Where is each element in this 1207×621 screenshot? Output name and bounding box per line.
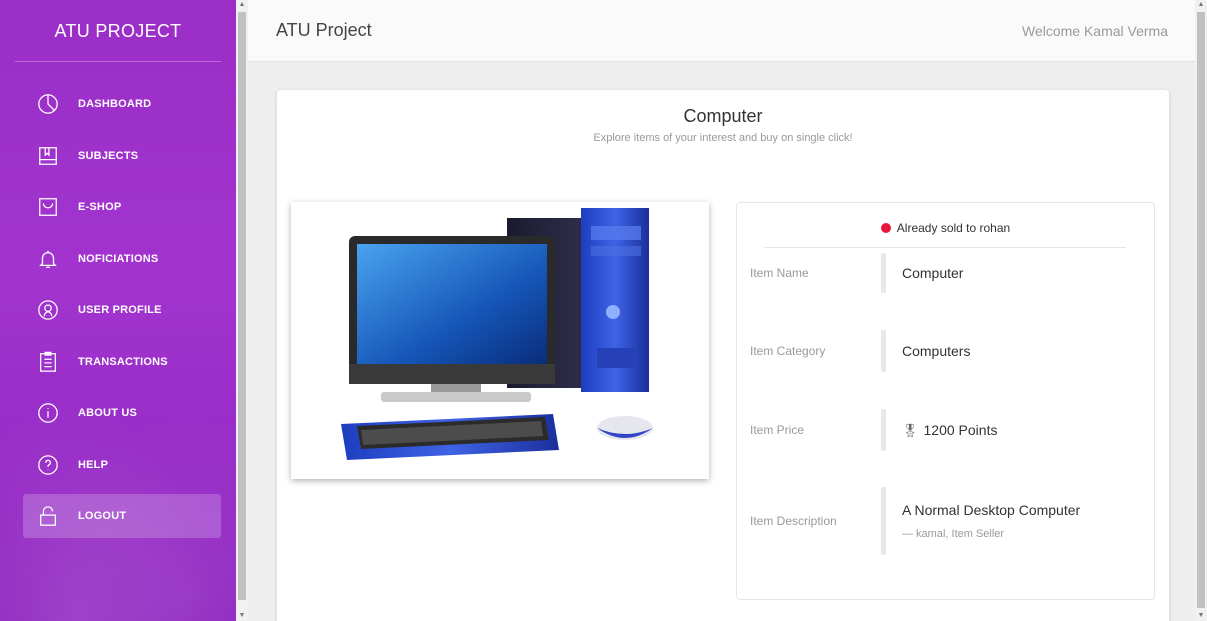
medal-icon: 🎖 bbox=[902, 422, 919, 438]
sidebar-item-logout[interactable]: LOGOUT bbox=[23, 494, 221, 538]
item-price-label: Item Price bbox=[750, 423, 805, 437]
row-divider bbox=[881, 487, 886, 555]
item-category-row: Item Category Computers bbox=[750, 330, 1141, 372]
sidebar-item-label: USER PROFILE bbox=[78, 304, 162, 316]
help-icon bbox=[37, 454, 59, 476]
sidebar-nav: DASHBOARD SUBJECTS E-SHOP NOFICIATIONS U… bbox=[0, 82, 236, 538]
sidebar: ATU PROJECT DASHBOARD SUBJECTS E-SHOP NO… bbox=[0, 0, 236, 621]
scroll-up-arrow-icon[interactable]: ▲ bbox=[236, 0, 248, 10]
info-icon bbox=[37, 402, 59, 424]
item-description-row: Item Description A Normal Desktop Comput… bbox=[750, 487, 1141, 555]
sidebar-item-label: TRANSACTIONS bbox=[78, 355, 168, 368]
sidebar-item-notifications[interactable]: NOFICIATIONS bbox=[23, 237, 221, 281]
book-icon bbox=[37, 145, 59, 167]
sidebar-item-label: E-SHOP bbox=[78, 201, 122, 213]
scroll-down-arrow-icon[interactable]: ▼ bbox=[236, 611, 248, 621]
sidebar-scrollbar[interactable]: ▲ ▼ bbox=[236, 0, 248, 621]
item-description-value: A Normal Desktop Computer bbox=[902, 502, 1081, 518]
product-image bbox=[291, 202, 709, 479]
sidebar-item-label: ABOUT US bbox=[78, 407, 138, 419]
sidebar-item-user-profile[interactable]: USER PROFILE bbox=[23, 288, 221, 332]
top-header: ATU Project Welcome Kamal Verma bbox=[248, 0, 1195, 62]
sidebar-item-label: HELP bbox=[78, 458, 109, 471]
row-divider bbox=[881, 330, 886, 372]
item-name-row: Item Name Computer bbox=[750, 253, 1141, 293]
sidebar-item-label: DASHBOARD bbox=[78, 98, 152, 110]
sidebar-item-label: SUBJECTS bbox=[78, 149, 139, 162]
sidebar-item-help[interactable]: HELP bbox=[23, 443, 221, 487]
main-scrollbar[interactable]: ▲ ▼ bbox=[1195, 0, 1207, 621]
sidebar-item-dashboard[interactable]: DASHBOARD bbox=[23, 82, 221, 126]
product-title: Computer bbox=[683, 106, 763, 126]
sidebar-item-about-us[interactable]: ABOUT US bbox=[23, 391, 221, 435]
sold-status-text: Already sold to rohan bbox=[896, 221, 1011, 235]
sidebar-item-subjects[interactable]: SUBJECTS bbox=[23, 134, 221, 178]
product-card: Computer Explore items of your interest … bbox=[277, 90, 1169, 621]
scroll-down-arrow-icon[interactable]: ▼ bbox=[1195, 611, 1207, 621]
item-description-block: A Normal Desktop Computer — kamal, Item … bbox=[902, 502, 1080, 540]
status-dot-icon bbox=[880, 223, 891, 233]
user-icon bbox=[37, 299, 59, 321]
bell-icon bbox=[37, 248, 59, 270]
item-price-value: 🎖 1200 Points bbox=[902, 422, 997, 439]
item-seller: — kamal, Item Seller bbox=[902, 528, 1005, 540]
clipboard-icon bbox=[37, 351, 59, 373]
item-price-row: Item Price 🎖 1200 Points bbox=[750, 409, 1141, 451]
item-category-value: Computers bbox=[902, 343, 971, 359]
welcome-text: Welcome Kamal Verma bbox=[1021, 22, 1168, 39]
item-details: Already sold to rohan Item Name Computer… bbox=[736, 202, 1155, 600]
sidebar-item-label: LOGOUT bbox=[78, 510, 127, 522]
row-divider bbox=[881, 409, 886, 451]
item-name-value: Computer bbox=[902, 265, 964, 281]
sold-status: Already sold to rohan bbox=[737, 221, 1154, 235]
sidebar-item-e-shop[interactable]: E-SHOP bbox=[23, 185, 221, 229]
sidebar-item-label: NOFICIATIONS bbox=[78, 252, 159, 265]
sidebar-scrollbar-thumb[interactable] bbox=[238, 12, 246, 600]
main-scrollbar-thumb[interactable] bbox=[1197, 12, 1205, 608]
item-description-label: Item Description bbox=[750, 514, 837, 528]
divider bbox=[764, 247, 1126, 248]
row-divider bbox=[881, 253, 886, 293]
sidebar-brand[interactable]: ATU PROJECT bbox=[0, 0, 236, 62]
item-price-text: 1200 Points bbox=[923, 421, 998, 438]
dashboard-icon bbox=[37, 93, 59, 115]
item-name-label: Item Name bbox=[750, 266, 809, 280]
lock-icon bbox=[37, 505, 59, 527]
scroll-up-arrow-icon[interactable]: ▲ bbox=[1195, 0, 1207, 10]
sidebar-item-transactions[interactable]: TRANSACTIONS bbox=[23, 340, 221, 384]
bag-icon bbox=[37, 196, 59, 218]
page-title: ATU Project bbox=[276, 20, 372, 40]
product-subtitle: Explore items of your interest and buy o… bbox=[593, 132, 853, 144]
item-category-label: Item Category bbox=[750, 344, 826, 358]
